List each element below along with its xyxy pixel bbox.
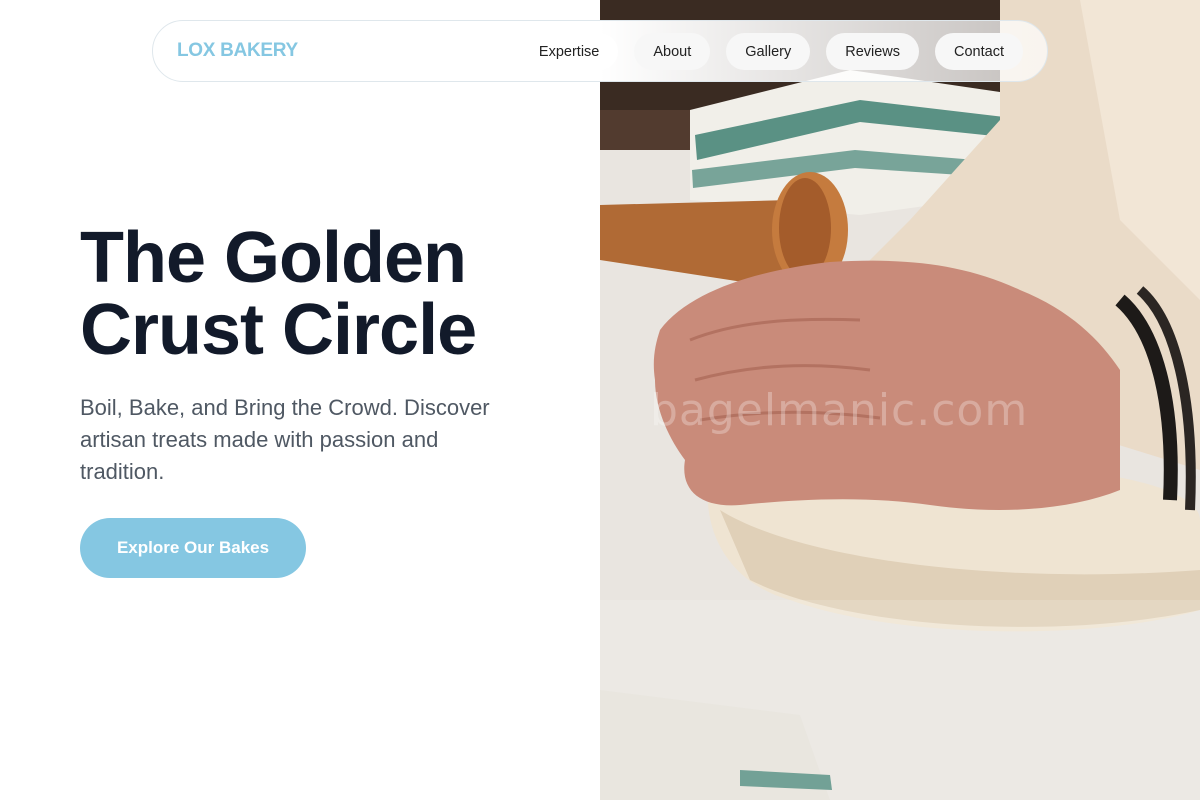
image-watermark: bagelmanic.com xyxy=(650,385,1029,436)
nav-item-gallery[interactable]: Gallery xyxy=(726,33,811,70)
nav-links: Expertise About Gallery Reviews Contact xyxy=(519,33,1023,70)
explore-bakes-button[interactable]: Explore Our Bakes xyxy=(80,518,306,578)
hero-title-line-1: The Golden xyxy=(80,218,467,298)
hero-title: The Golden Crust Circle xyxy=(80,222,580,366)
nav-item-about[interactable]: About xyxy=(634,33,711,70)
brand-logo[interactable]: LOX BAKERY xyxy=(177,40,298,62)
hero-subtitle: Boil, Bake, and Bring the Crowd. Discove… xyxy=(80,395,490,484)
nav-item-expertise[interactable]: Expertise xyxy=(519,33,619,70)
nav-item-contact[interactable]: Contact xyxy=(935,33,1023,70)
top-navbar: LOX BAKERY Expertise About Gallery Revie… xyxy=(152,20,1048,82)
nav-item-reviews[interactable]: Reviews xyxy=(826,33,920,70)
hero-title-line-2: Crust Circle xyxy=(80,290,477,370)
